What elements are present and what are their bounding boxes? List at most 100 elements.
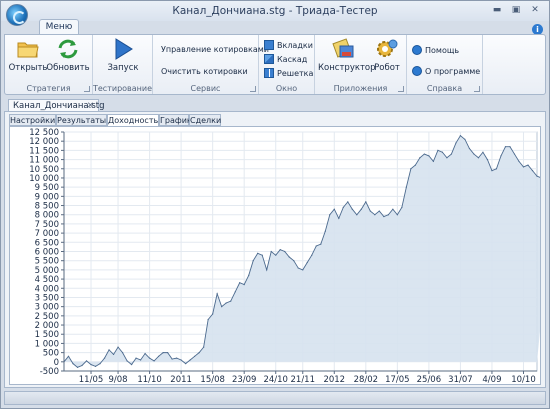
manage-quotes-button[interactable]: Управление котировками	[161, 43, 269, 56]
menu-tab[interactable]: Меню	[39, 19, 79, 35]
constructor-button[interactable]: Конструктор	[318, 37, 376, 77]
group-label-window: Окно	[275, 84, 298, 93]
equity-point	[243, 283, 245, 286]
equity-point	[414, 164, 416, 166]
help-icon	[412, 45, 422, 55]
equity-point	[112, 353, 115, 356]
about-button[interactable]: О программе	[412, 65, 480, 78]
equity-point	[239, 282, 241, 284]
group-launcher-help[interactable]	[474, 86, 480, 92]
equity-point	[85, 360, 88, 362]
x-tick-label: 2012	[323, 375, 345, 384]
cascade-button[interactable]: Каскад	[264, 53, 307, 66]
equity-point	[162, 352, 164, 354]
equity-point	[401, 206, 403, 208]
equity-point	[279, 249, 281, 251]
minimize-button[interactable]: ▬	[491, 5, 503, 15]
robot-label: Робот	[374, 63, 400, 73]
y-tick-label: 2 000	[35, 321, 59, 331]
y-tick-label: 3 000	[35, 303, 59, 313]
equity-point	[171, 358, 173, 360]
group-launcher-strategy[interactable]	[84, 86, 90, 92]
equity-point	[230, 300, 232, 302]
x-tick-label: 10/10	[511, 375, 536, 384]
equity-point	[108, 349, 110, 351]
equity-point	[81, 364, 83, 367]
equity-point	[369, 210, 371, 212]
equity-point	[275, 254, 277, 256]
run-button[interactable]: Запуск	[101, 37, 145, 77]
x-tick-label: 17/05	[385, 375, 410, 384]
equity-point	[405, 186, 407, 188]
help-button[interactable]: Помощь	[412, 44, 459, 57]
x-tick-label: 2011	[170, 375, 192, 384]
equity-point	[392, 208, 394, 210]
equity-point	[284, 250, 286, 253]
group-launcher-apps[interactable]	[398, 86, 404, 92]
app-logo-icon[interactable]	[6, 4, 28, 26]
equity-point	[198, 352, 200, 354]
equity-point	[527, 164, 529, 166]
equity-point	[396, 214, 398, 216]
equity-point	[130, 363, 133, 366]
equity-point	[450, 153, 453, 155]
window-title: Канал_Дончиана.stg - Триада-Тестер	[172, 5, 378, 17]
equity-point	[225, 302, 227, 304]
equity-point	[531, 170, 534, 172]
tab-results[interactable]: Результаты	[56, 114, 107, 126]
equity-point	[324, 230, 326, 232]
y-tick-label: -500	[40, 367, 59, 377]
open-button[interactable]: Открыть	[6, 37, 50, 77]
x-tick-label: 9/08	[109, 375, 128, 384]
equity-point	[270, 250, 272, 253]
equity-point	[446, 157, 448, 159]
y-tick-label: 1 500	[35, 330, 59, 340]
maximize-button[interactable]: ▣	[510, 5, 522, 15]
grid-button[interactable]: Решетка	[264, 67, 313, 80]
y-tick-label: 0	[54, 358, 59, 368]
equity-point	[148, 357, 151, 359]
equity-point	[139, 359, 142, 361]
ribbon: Открыть Обновить Стратегия Запуск Тестир…	[4, 34, 546, 95]
y-tick-label: 12 500	[29, 128, 59, 138]
equity-point	[135, 357, 137, 359]
group-label-apps: Приложения	[333, 84, 388, 93]
group-strategy: Открыть Обновить Стратегия	[5, 35, 93, 94]
constructor-label: Конструктор	[318, 63, 376, 73]
equity-point	[144, 352, 146, 355]
tab-chart[interactable]: График	[159, 114, 192, 126]
equity-point	[297, 267, 299, 269]
equity-point	[167, 352, 169, 354]
gear-icon	[375, 38, 399, 60]
x-tick-label: 28/02	[354, 375, 379, 384]
run-label: Запуск	[107, 63, 139, 73]
equity-point	[302, 269, 304, 271]
close-button[interactable]: ✕	[529, 5, 541, 15]
clear-quotes-button[interactable]: Очистить котировки	[161, 65, 248, 78]
tabs-button[interactable]: Вкладки	[264, 39, 313, 52]
x-tick-label: 31/07	[448, 375, 473, 384]
tab-settings[interactable]: Настройки	[9, 114, 56, 126]
equity-point	[491, 170, 493, 172]
refresh-button[interactable]: Обновить	[46, 37, 90, 77]
y-tick-label: 5 000	[35, 266, 59, 276]
equity-point	[468, 147, 471, 150]
equity-point	[419, 157, 421, 159]
status-bar	[4, 391, 546, 405]
robot-button[interactable]: Робот	[369, 37, 405, 77]
x-tick-label: 11/10	[137, 375, 162, 384]
equity-point	[288, 256, 290, 258]
constructor-icon	[332, 38, 356, 60]
document-panel: Настройки Результаты Доходность График С…	[4, 111, 550, 388]
y-tick-label: 8 500	[35, 202, 59, 212]
group-launcher-service[interactable]	[250, 86, 256, 92]
open-label: Открыть	[8, 63, 48, 73]
equity-point	[180, 359, 182, 361]
x-tick-label: 15/08	[200, 375, 225, 384]
tab-trades[interactable]: Сделки	[189, 114, 221, 126]
y-tick-label: 12 000	[29, 137, 59, 147]
equity-point	[518, 160, 520, 163]
equity-point	[320, 243, 322, 245]
equity-point	[464, 138, 466, 140]
about-label: О программе	[425, 67, 481, 76]
